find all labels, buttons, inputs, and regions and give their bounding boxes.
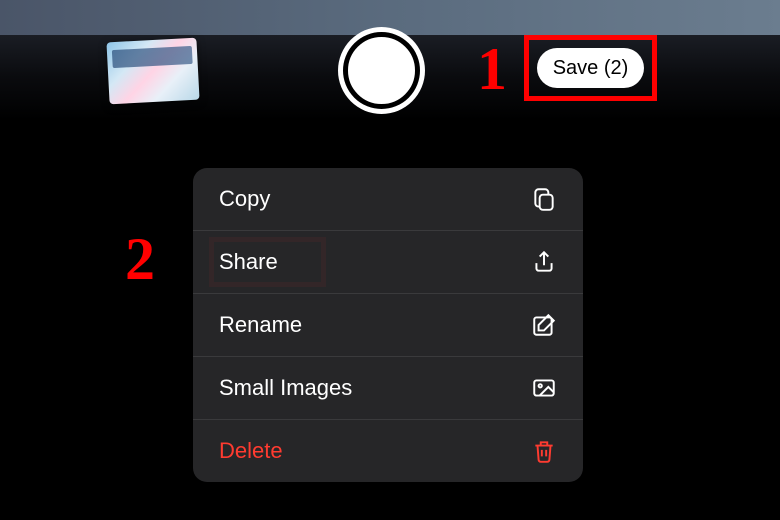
menu-item-copy[interactable]: Copy — [193, 168, 583, 231]
menu-item-small-images[interactable]: Small Images — [193, 357, 583, 420]
context-menu: Copy Share Rename Small Images Delete — [193, 168, 583, 482]
annotation-number-2: 2 — [125, 225, 155, 294]
menu-label: Small Images — [219, 375, 352, 401]
rename-icon — [531, 312, 557, 338]
annotation-number-1: 1 — [477, 35, 507, 104]
menu-item-share[interactable]: Share — [193, 231, 583, 294]
trash-icon — [531, 438, 557, 464]
menu-label: Copy — [219, 186, 270, 212]
menu-label: Share — [219, 249, 278, 275]
menu-item-delete[interactable]: Delete — [193, 420, 583, 482]
share-icon — [531, 249, 557, 275]
image-icon — [531, 375, 557, 401]
menu-label: Rename — [219, 312, 302, 338]
copy-icon — [531, 186, 557, 212]
menu-label: Delete — [219, 438, 283, 464]
top-blur-background — [0, 0, 780, 35]
save-button[interactable]: Save (2) — [537, 48, 644, 88]
menu-item-rename[interactable]: Rename — [193, 294, 583, 357]
save-button-label: Save (2) — [553, 57, 629, 80]
shutter-button[interactable] — [343, 32, 420, 109]
screenshot-thumbnail[interactable] — [106, 38, 199, 105]
